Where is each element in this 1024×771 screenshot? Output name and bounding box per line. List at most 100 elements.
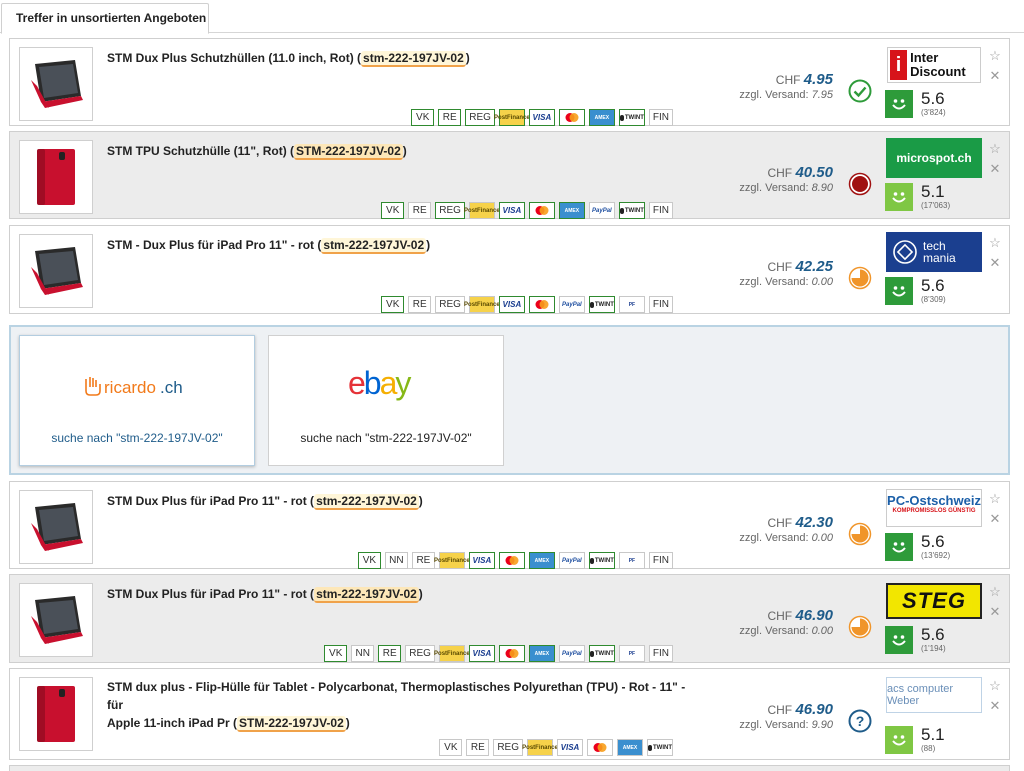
rating-score: 5.6 <box>921 276 945 295</box>
payment-chip: VISA <box>498 202 525 219</box>
rating-score: 5.1 <box>921 725 945 744</box>
payment-chip: AMEX <box>528 645 555 662</box>
ricardo-search-query[interactable]: suche nach "stm-222-197JV-02" <box>20 431 254 445</box>
review-count: (8'309) <box>921 295 946 304</box>
payment-methods: VK NN RE PostFinance VISA AMEX PayPal TWINT PF FI… <box>357 552 673 569</box>
payment-chip: FIN <box>648 202 673 219</box>
payment-chip: AMEX <box>528 552 555 569</box>
payment-chip: VISA <box>557 739 583 756</box>
shop-logo[interactable]: microspot.ch <box>885 138 983 178</box>
sku-highlight: STM-222-197JV-02 <box>294 144 403 160</box>
close-icon[interactable]: ✕ <box>990 256 1001 270</box>
tab-unsorted-offers[interactable]: Treffer in unsortierten Angeboten <box>1 3 209 34</box>
smiley-icon <box>885 183 913 211</box>
offer-row[interactable]: STM Dux Plus für iPad Pro 11" - rot (stm… <box>9 574 1010 663</box>
offer-row[interactable]: STM dux plus - Flip-Hülle für Tablet - P… <box>9 668 1010 760</box>
rating-score: 5.6 <box>921 532 945 551</box>
payment-chip: PostFinance <box>494 109 530 126</box>
shop-rating[interactable]: 5.6 (3'824) <box>885 90 946 122</box>
price-value: 46.90 <box>795 701 833 718</box>
offer-row[interactable]: STM TPU Schutzhülle (11", Rot) (STM-222-… <box>9 131 1010 219</box>
offer-title[interactable]: STM Dux Plus für iPad Pro 11" - rot (stm… <box>107 492 687 510</box>
sku-highlight: stm-222-197JV-02 <box>321 238 427 254</box>
shop-tagline: KOMPROMISSLOS GÜNSTIG <box>892 508 976 514</box>
offer-title[interactable]: STM - Dux Plus für iPad Pro 11" - rot (s… <box>107 236 687 254</box>
shop-logo[interactable]: STEG <box>885 581 983 621</box>
star-icon[interactable]: ☆ <box>989 585 1001 599</box>
shop-logo[interactable]: PC-Ostschweiz KOMPROMISSLOS GÜNSTIG <box>885 488 983 528</box>
ricardo-logo: ricardo .ch <box>20 374 254 405</box>
product-thumbnail[interactable] <box>19 583 93 657</box>
price-block: CHF 40.50 zzgl. Versand: 8.90 <box>739 164 833 194</box>
payment-chip: REG <box>435 202 465 219</box>
close-icon[interactable]: ✕ <box>990 69 1001 83</box>
product-thumbnail[interactable] <box>19 47 93 121</box>
ricardo-search-card[interactable]: ricardo .ch suche nach "stm-222-197JV-02… <box>19 335 255 466</box>
offer-title[interactable]: STM dux plus - Flip-Hülle für Tablet - P… <box>107 678 687 732</box>
price-block: CHF 42.30 zzgl. Versand: 0.00 <box>739 514 833 544</box>
payment-methods: VK NN RE REG PostFinance VISA AMEX PayPal TWINT P… <box>324 645 673 662</box>
review-count: (17'063) <box>921 201 951 210</box>
offer-row[interactable]: STM Dux Plus Schutzhüllen (11.0 inch, Ro… <box>9 38 1010 126</box>
review-count: (88) <box>921 744 936 753</box>
payment-chip: TWINT <box>588 296 615 313</box>
payment-chip <box>528 202 555 219</box>
payment-chip: PostFinance <box>434 645 470 662</box>
rating-score: 5.6 <box>921 625 945 644</box>
svg-text:?: ? <box>856 713 865 729</box>
payment-chip: RE <box>408 296 432 313</box>
product-thumbnail[interactable] <box>19 490 93 564</box>
close-icon[interactable]: ✕ <box>990 605 1001 619</box>
payment-chip: RE <box>408 202 432 219</box>
payment-chip: PF <box>618 552 645 569</box>
payment-chip: VK <box>357 552 381 569</box>
product-thumbnail[interactable] <box>19 140 93 214</box>
payment-chip <box>498 645 525 662</box>
availability-status-icon: ? <box>848 709 872 733</box>
shop-rating[interactable]: 5.1 (88) <box>885 726 945 758</box>
payment-chip: AMEX <box>588 109 615 126</box>
shop-name: microspot.ch <box>886 138 982 178</box>
payment-chip: PostFinance <box>434 552 470 569</box>
offer-row[interactable]: STM Dux Plus für iPad Pro 11" - rot (stm… <box>9 481 1010 569</box>
shop-rating[interactable]: 5.6 (8'309) <box>885 277 946 309</box>
close-icon[interactable]: ✕ <box>990 699 1001 713</box>
shipping-value: 8.90 <box>811 182 833 194</box>
shop-logo[interactable]: tech mania <box>885 232 983 272</box>
shop-logo[interactable]: i Inter Discount <box>885 45 983 85</box>
star-icon[interactable]: ☆ <box>989 142 1001 156</box>
sku-highlight: stm-222-197JV-02 <box>314 587 419 603</box>
payment-methods: VK RE REG PostFinance VISA AMEX TWINT FIN <box>411 109 673 126</box>
offer-row[interactable] <box>9 765 1010 771</box>
payment-chip: TWINT <box>647 739 673 756</box>
shop-rating[interactable]: 5.6 (1'194) <box>885 626 946 658</box>
review-count: (13'692) <box>921 551 951 560</box>
availability-status-icon <box>848 79 872 103</box>
availability-status-icon <box>848 615 872 639</box>
rating-score: 5.6 <box>921 89 945 108</box>
product-thumbnail[interactable] <box>19 234 93 308</box>
external-search-panel: ricardo .ch suche nach "stm-222-197JV-02… <box>9 325 1010 475</box>
price-value: 4.95 <box>803 71 833 88</box>
star-icon[interactable]: ☆ <box>989 492 1001 506</box>
tab-bar: Treffer in unsortierten Angeboten <box>0 0 1024 34</box>
shop-logo[interactable]: acs computer Weber <box>885 675 983 715</box>
star-icon[interactable]: ☆ <box>989 236 1001 250</box>
star-icon[interactable]: ☆ <box>989 49 1001 63</box>
shop-rating[interactable]: 5.6 (13'692) <box>885 533 950 565</box>
shipping-value: 9.90 <box>811 719 833 731</box>
shop-rating[interactable]: 5.1 (17'063) <box>885 183 950 215</box>
close-icon[interactable]: ✕ <box>990 512 1001 526</box>
offer-title[interactable]: STM Dux Plus Schutzhüllen (11.0 inch, Ro… <box>107 49 687 67</box>
offer-title[interactable]: STM TPU Schutzhülle (11", Rot) (STM-222-… <box>107 142 687 160</box>
payment-chip: REG <box>435 296 465 313</box>
payment-chip: NN <box>384 552 408 569</box>
star-icon[interactable]: ☆ <box>989 679 1001 693</box>
product-thumbnail[interactable] <box>19 677 93 751</box>
payment-chip: RE <box>438 109 462 126</box>
ebay-search-query[interactable]: suche nach "stm-222-197JV-02" <box>269 431 503 445</box>
offer-title[interactable]: STM Dux Plus für iPad Pro 11" - rot (stm… <box>107 585 687 603</box>
offer-row[interactable]: STM - Dux Plus für iPad Pro 11" - rot (s… <box>9 225 1010 314</box>
ebay-search-card[interactable]: ebay suche nach "stm-222-197JV-02" <box>268 335 504 466</box>
close-icon[interactable]: ✕ <box>990 162 1001 176</box>
